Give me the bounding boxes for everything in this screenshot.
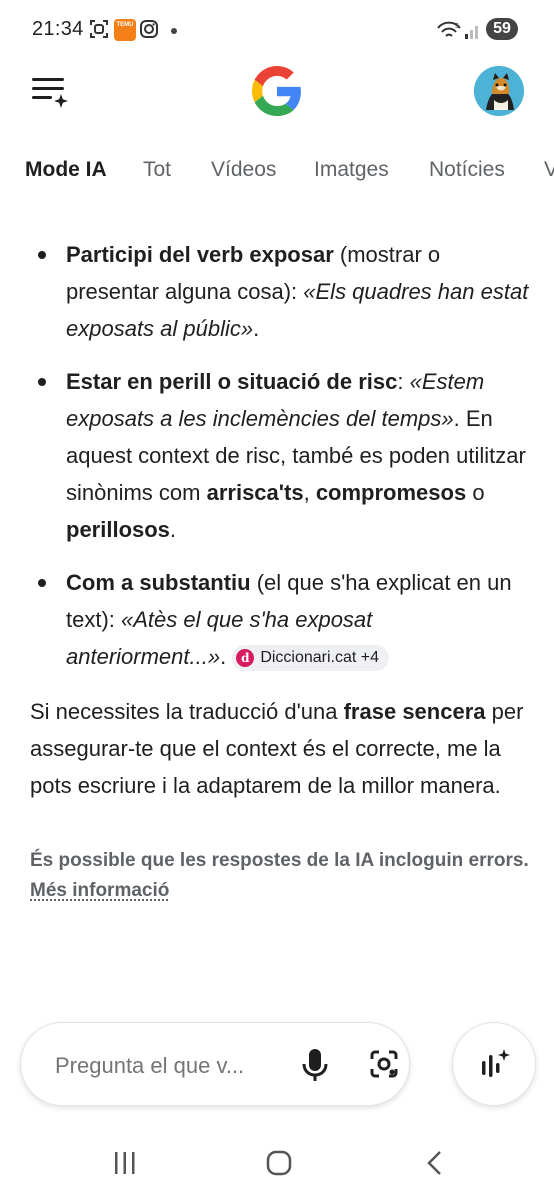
more-info-link[interactable]: Més informació [30, 880, 169, 901]
microphone-icon[interactable] [299, 1047, 331, 1083]
disclaimer-text: És possible que les respostes de la IA i… [30, 850, 529, 871]
tab-videos[interactable]: Vídeos [211, 158, 276, 182]
diccionari-logo-icon: d [236, 649, 255, 667]
definition-list: Participi del verb exposar (mostrar o pr… [0, 236, 554, 675]
definition-term: Participi del verb exposar [66, 242, 334, 267]
definition-desc: : [397, 369, 410, 394]
tab-more-v[interactable]: V [544, 158, 554, 182]
separator: o [466, 480, 485, 505]
separator: , [303, 480, 316, 505]
definition-tail: . [253, 316, 260, 341]
list-item: Com a substantiu (el que s'ha explicat e… [0, 564, 554, 675]
google-logo [252, 66, 301, 116]
source-chip[interactable]: d Diccionari.cat +4 [232, 645, 390, 671]
google-lens-icon[interactable] [369, 1049, 399, 1079]
closing-paragraph: Si necessites la traducció d'una frase s… [0, 693, 554, 804]
back-icon[interactable] [424, 1150, 446, 1176]
search-tabs: Mode IA Tot Vídeos Imatges Notícies V [0, 150, 554, 190]
paragraph-text: Si necessites la traducció d'una [30, 699, 344, 724]
tab-imatges[interactable]: Imatges [314, 158, 389, 182]
tab-noticies[interactable]: Notícies [429, 158, 505, 182]
svg-text:5: 5 [455, 23, 459, 30]
home-icon[interactable] [266, 1150, 292, 1176]
signal-icon [465, 26, 478, 39]
synonym: compromesos [315, 480, 467, 505]
tab-mode-ia[interactable]: Mode IA [25, 158, 107, 182]
definition-end: . [169, 517, 177, 542]
live-voice-button[interactable] [452, 1022, 536, 1106]
paragraph-bold: frase sencera [343, 699, 486, 724]
live-voice-icon [482, 1049, 510, 1077]
definition-tail: . [220, 644, 233, 669]
ai-answer: Participi del verb exposar (mostrar o pr… [0, 236, 554, 906]
ask-input[interactable] [55, 1053, 265, 1079]
source-chip-label: Diccionari.cat +4 [260, 649, 380, 666]
temu-label: TEMU [116, 22, 134, 28]
list-item: Estar en perill o situació de risc: «Est… [0, 363, 554, 548]
tab-tot[interactable]: Tot [143, 158, 171, 182]
synonym: perillosos [66, 517, 170, 542]
status-bar: 21:34 TEMU 5 59 [0, 0, 554, 62]
battery-indicator: 59 [486, 18, 518, 40]
synonym: arrisca'ts [206, 480, 304, 505]
ai-disclaimer: És possible que les respostes de la IA i… [0, 846, 554, 906]
recents-icon[interactable] [112, 1150, 138, 1176]
menu-sparkle-icon[interactable] [30, 74, 70, 110]
list-item: Participi del verb exposar (mostrar o pr… [0, 236, 554, 347]
status-time: 21:34 [32, 18, 84, 40]
instagram-icon [140, 20, 158, 38]
wifi-icon: 5 [437, 21, 461, 37]
definition-term: Estar en perill o situació de risc [66, 369, 398, 394]
profile-avatar[interactable] [474, 66, 524, 116]
notification-dot [171, 28, 177, 34]
temu-app-icon: TEMU [114, 19, 136, 41]
definition-term: Com a substantiu [66, 570, 251, 595]
ask-input-pill [20, 1022, 410, 1106]
screenshot-icon [90, 20, 108, 38]
